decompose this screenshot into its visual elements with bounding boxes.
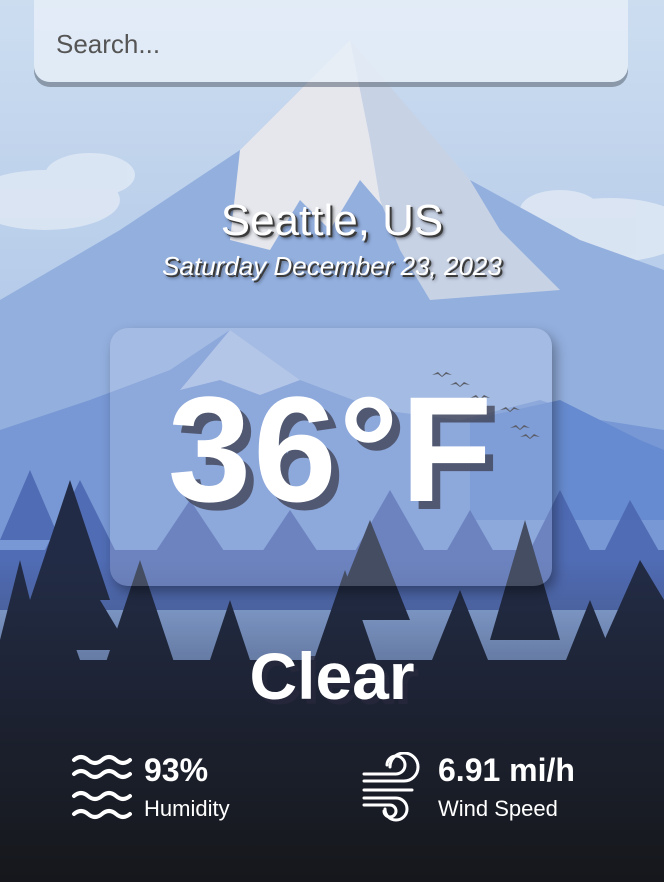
wind-label: Wind Speed (438, 796, 558, 821)
search-input[interactable] (34, 0, 628, 82)
search-bar[interactable] (34, 0, 628, 82)
waves-icon (70, 752, 132, 827)
city-name: Seattle, US (220, 196, 444, 245)
temperature-card: 36°F (110, 328, 552, 586)
humidity-label: Humidity (144, 796, 230, 821)
weather-condition: Clear (249, 639, 415, 713)
date-label: Saturday December 23, 2023 (162, 251, 502, 281)
humidity-value: 93% (144, 752, 209, 788)
wind-icon (362, 751, 426, 831)
temperature-value: 36°F (167, 365, 495, 533)
wind-value: 6.91 mi/h (438, 752, 575, 788)
